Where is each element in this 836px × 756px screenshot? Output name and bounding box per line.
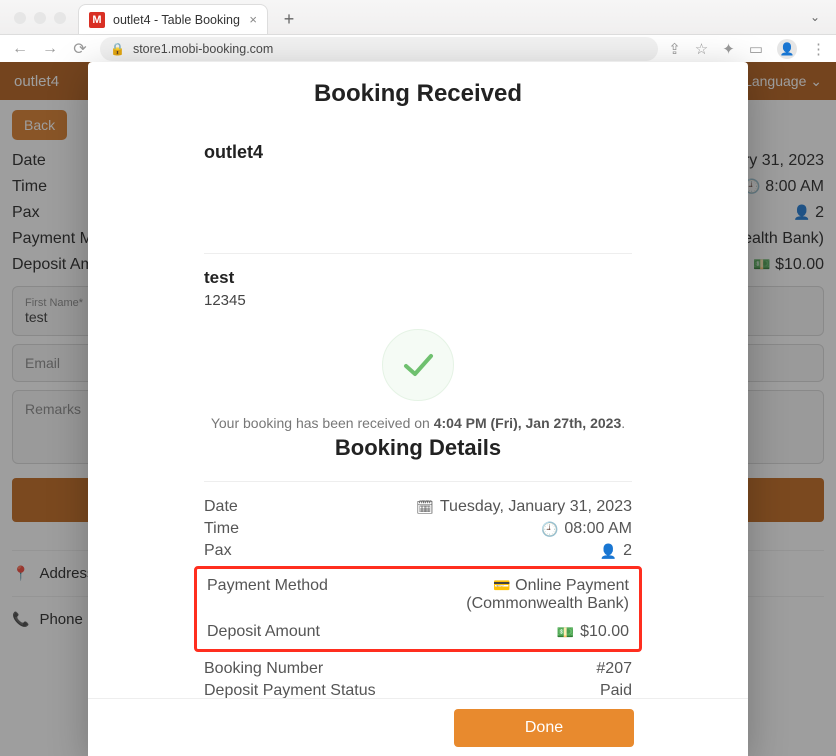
tab-close-icon[interactable]: × — [249, 12, 257, 27]
clock-icon: 🕘 — [541, 521, 558, 538]
url-text: store1.mobi-booking.com — [133, 42, 273, 56]
profile-avatar[interactable]: 👤 — [777, 39, 797, 59]
detail-date-label: Date — [204, 498, 238, 516]
payment-highlight: Payment Method 💳 Online Payment (Commonw… — [194, 566, 642, 652]
modal-customer-ref: 12345 — [204, 292, 632, 309]
browser-tab[interactable]: M outlet4 - Table Booking × — [78, 4, 268, 34]
tab-favicon: M — [89, 12, 105, 28]
reload-icon[interactable]: ⟳ — [70, 39, 90, 59]
card-icon: 💳 — [493, 577, 510, 594]
modal-customer-name: test — [204, 268, 632, 288]
page: outlet4 Language ⌄ Back Datery 31, 2023 … — [0, 62, 836, 756]
detail-date-value: 🗓Tuesday, January 31, 2023 — [416, 498, 632, 516]
modal-outlet-name: outlet4 — [204, 142, 632, 163]
detail-deposit-status-label: Deposit Payment Status — [204, 682, 376, 698]
modal-title: Booking Received — [88, 80, 748, 108]
divider — [204, 481, 632, 482]
new-tab-button[interactable]: + — [276, 6, 302, 32]
lock-icon: 🔒 — [110, 42, 125, 56]
traffic-light-max[interactable] — [54, 12, 66, 24]
cash-icon: 💵 — [557, 624, 574, 641]
tab-strip: M outlet4 - Table Booking × + — [0, 0, 836, 34]
detail-deposit-value: 💵$10.00 — [557, 623, 629, 641]
modal-footer: Done — [88, 698, 748, 756]
window-controls — [14, 12, 66, 24]
share-icon[interactable]: ⇪ — [668, 40, 681, 58]
toolbar: ← → ⟳ 🔒 store1.mobi-booking.com ⇪ ☆ ✦ ▭ … — [0, 34, 836, 62]
calendar-icon: 🗓 — [416, 499, 434, 516]
booking-received-modal: Booking Received outlet4 test 12345 Your… — [88, 62, 748, 756]
detail-pax-label: Pax — [204, 542, 232, 560]
star-icon[interactable]: ☆ — [695, 40, 708, 58]
address-bar[interactable]: 🔒 store1.mobi-booking.com — [100, 37, 658, 61]
browser-chrome: M outlet4 - Table Booking × + ⌄ ← → ⟳ 🔒 … — [0, 0, 836, 62]
done-button[interactable]: Done — [454, 709, 634, 747]
received-text: Your booking has been received on 4:04 P… — [204, 415, 632, 431]
tab-overflow-icon[interactable]: ⌄ — [810, 10, 820, 24]
extensions-icon[interactable]: ✦ — [722, 40, 735, 58]
detail-time-label: Time — [204, 520, 239, 538]
detail-deposit-label: Deposit Amount — [207, 623, 320, 641]
detail-pax-value: 👤2 — [600, 542, 632, 560]
detail-payment-label: Payment Method — [207, 577, 328, 595]
traffic-light-close[interactable] — [14, 12, 26, 24]
panel-icon[interactable]: ▭ — [749, 40, 763, 58]
divider — [204, 253, 632, 254]
back-icon[interactable]: ← — [10, 40, 30, 58]
detail-booking-no-value: #207 — [596, 660, 632, 678]
detail-payment-value: 💳 Online Payment (Commonwealth Bank) — [466, 577, 629, 613]
success-check-icon — [382, 329, 454, 401]
detail-booking-no-label: Booking Number — [204, 660, 323, 678]
forward-icon[interactable]: → — [40, 40, 60, 58]
detail-time-value: 🕘08:00 AM — [541, 520, 632, 538]
traffic-light-min[interactable] — [34, 12, 46, 24]
person-icon: 👤 — [600, 543, 617, 560]
detail-deposit-status-value: Paid — [600, 682, 632, 698]
kebab-menu-icon[interactable]: ⋮ — [811, 40, 826, 58]
details-heading: Booking Details — [204, 435, 632, 461]
tab-title: outlet4 - Table Booking — [113, 13, 240, 27]
